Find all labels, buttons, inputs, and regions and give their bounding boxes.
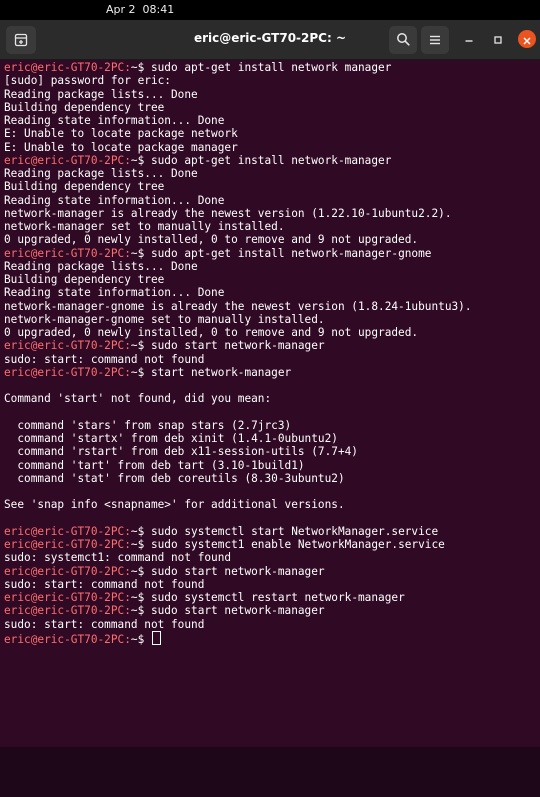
- output-line: network-manager is already the newest ve…: [4, 206, 452, 220]
- output-line: [sudo] password for eric:: [4, 74, 171, 88]
- prompt-line: eric@eric-GT70-2PC:~$ sudo systemctl res…: [4, 591, 472, 604]
- output-line: sudo: start: command not found: [4, 617, 205, 631]
- prompt-user-host: eric@eric-GT70-2PC:: [4, 632, 131, 646]
- command-text: ~$ sudo systemctl restart network-manage…: [130, 591, 405, 604]
- command-text: ~$ sudo start network-manager: [130, 564, 325, 578]
- minimize-icon: [464, 30, 474, 49]
- output-line: 0 upgraded, 0 newly installed, 0 to remo…: [4, 233, 419, 247]
- prompt-line: eric@eric-GT70-2PC:~$ sudo apt-get insta…: [4, 247, 472, 260]
- search-icon: [396, 31, 410, 50]
- output-line: E: Unable to locate package manager: [4, 140, 238, 154]
- command-text: ~$: [130, 632, 151, 646]
- output-line: Building dependency tree: [4, 100, 165, 114]
- output-line: command 'tart' from deb tart (3.10-1buil…: [4, 458, 305, 472]
- clock[interactable]: Apr 2 08:41: [106, 3, 174, 16]
- command-text: ~$ sudo systemct1 enable NetworkManager.…: [130, 538, 445, 551]
- output-line: command 'startx' from deb xinit (1.4.1-0…: [4, 432, 338, 445]
- prompt-user-host: eric@eric-GT70-2PC:: [4, 153, 131, 167]
- prompt-user-host: eric@eric-GT70-2PC:: [4, 524, 131, 538]
- search-button[interactable]: [389, 26, 417, 54]
- prompt-line: eric@eric-GT70-2PC:~$: [4, 630, 472, 646]
- output-line: Building dependency tree: [4, 273, 165, 286]
- command-text: ~$ sudo systemctl start NetworkManager.s…: [130, 524, 439, 538]
- command-text: ~$ start network-manager: [130, 365, 292, 379]
- prompt-line: eric@eric-GT70-2PC:~$ sudo systemct1 ena…: [4, 538, 472, 551]
- output-line: command 'stat' from deb coreutils (8.30-…: [4, 471, 345, 485]
- top-bar: Apr 2 08:41: [0, 0, 540, 20]
- output-line: command 'stars' from snap stars (2.7jrc3…: [4, 418, 292, 432]
- prompt-user-host: eric@eric-GT70-2PC:: [4, 604, 131, 618]
- prompt-line: eric@eric-GT70-2PC:~$ sudo start network…: [4, 565, 472, 578]
- prompt-user-host: eric@eric-GT70-2PC:: [4, 339, 131, 353]
- command-text: ~$ sudo apt-get install network-manager: [130, 153, 392, 167]
- prompt-line: eric@eric-GT70-2PC:~$ sudo start network…: [4, 339, 472, 352]
- minimize-button[interactable]: [458, 28, 480, 50]
- output-line: Reading package lists... Done: [4, 87, 198, 101]
- output-line: network-manager-gnome set to manually in…: [4, 312, 325, 326]
- prompt-line: eric@eric-GT70-2PC:~$ sudo apt-get insta…: [4, 154, 472, 167]
- output-line: Reading package lists... Done: [4, 167, 198, 180]
- new-tab-icon: [14, 33, 28, 47]
- command-text: ~$ sudo start network-manager: [130, 339, 325, 353]
- prompt-line: eric@eric-GT70-2PC:~$ sudo apt-get insta…: [4, 61, 472, 74]
- output-line: network-manager set to manually installe…: [4, 220, 285, 233]
- desktop-background: [0, 747, 540, 797]
- output-line: sudo: start: command not found: [4, 577, 205, 591]
- output-line: Reading state information... Done: [4, 114, 225, 127]
- output-line: Building dependency tree: [4, 180, 165, 194]
- command-text: ~$ sudo start network-manager: [130, 604, 325, 618]
- maximize-button[interactable]: [487, 28, 509, 50]
- command-text: ~$ sudo apt-get install network-manager-…: [130, 246, 432, 260]
- prompt-user-host: eric@eric-GT70-2PC:: [4, 564, 131, 578]
- title-bar[interactable]: eric@eric-GT70-2PC: ~: [0, 20, 540, 60]
- close-icon: [523, 30, 531, 49]
- text-cursor[interactable]: [151, 630, 161, 645]
- output-line: sudo: start: command not found: [4, 352, 205, 366]
- output-line: Reading state information... Done: [4, 286, 225, 300]
- menu-button[interactable]: [421, 26, 449, 54]
- prompt-line: eric@eric-GT70-2PC:~$ sudo start network…: [4, 604, 472, 617]
- output-line: Reading package lists... Done: [4, 259, 198, 273]
- close-button[interactable]: [518, 30, 536, 48]
- output-line: See 'snap info <snapname>' for additiona…: [4, 498, 345, 512]
- new-tab-button[interactable]: [6, 26, 36, 54]
- hamburger-menu-icon: [429, 31, 441, 50]
- prompt-user-host: eric@eric-GT70-2PC:: [4, 538, 131, 551]
- prompt-user-host: eric@eric-GT70-2PC:: [4, 246, 131, 260]
- prompt-user-host: eric@eric-GT70-2PC:: [4, 61, 131, 74]
- maximize-icon: [493, 30, 503, 49]
- output-line: E: Unable to locate package network: [4, 127, 238, 141]
- output-line: 0 upgraded, 0 newly installed, 0 to remo…: [4, 326, 419, 339]
- terminal-output: eric@eric-GT70-2PC:~$ sudo apt-get insta…: [4, 61, 472, 646]
- terminal-window: eric@eric-GT70-2PC: ~ eric@eric-GT70-2PC…: [0, 20, 540, 747]
- prompt-line: eric@eric-GT70-2PC:~$ start network-mana…: [4, 366, 472, 379]
- output-line: sudo: systemct1: command not found: [4, 551, 232, 565]
- prompt-user-host: eric@eric-GT70-2PC:: [4, 591, 131, 604]
- output-line: Command 'start' not found, did you mean:: [4, 392, 272, 406]
- prompt-user-host: eric@eric-GT70-2PC:: [4, 365, 131, 379]
- command-text: ~$ sudo apt-get install network manager: [130, 61, 392, 74]
- output-line: network-manager-gnome is already the new…: [4, 299, 472, 313]
- terminal-body[interactable]: eric@eric-GT70-2PC:~$ sudo apt-get insta…: [0, 60, 540, 747]
- output-line: Reading state information... Done: [4, 193, 225, 207]
- output-line: command 'rstart' from deb x11-session-ut…: [4, 445, 358, 459]
- prompt-line: eric@eric-GT70-2PC:~$ sudo systemctl sta…: [4, 525, 472, 538]
